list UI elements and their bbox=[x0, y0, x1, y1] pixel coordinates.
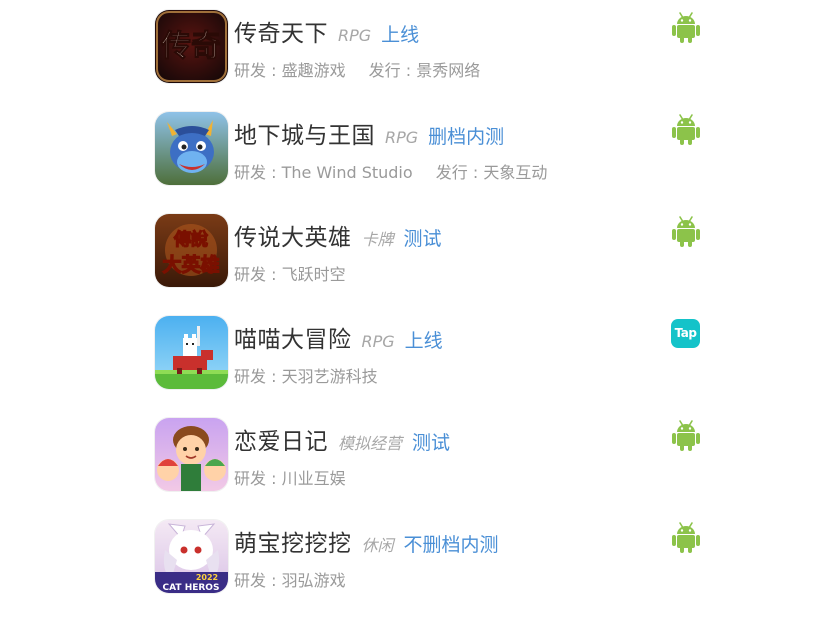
game-developer: 研发 : 川业互娱 bbox=[234, 469, 346, 488]
game-icon-legend[interactable]: 传奇 bbox=[155, 10, 228, 83]
android-icon[interactable] bbox=[669, 112, 703, 146]
android-icon[interactable] bbox=[669, 10, 703, 44]
game-icon-text: 传奇 bbox=[160, 29, 221, 64]
android-icon[interactable] bbox=[669, 520, 703, 554]
game-name[interactable]: 传说大英雄 bbox=[234, 218, 352, 252]
game-status: 上线 bbox=[381, 24, 420, 46]
game-status: 测试 bbox=[412, 432, 451, 454]
game-genre: RPG bbox=[361, 332, 395, 351]
list-item[interactable]: 恋爱日记 模拟经营 测试 研发 : 川业互娱 bbox=[155, 418, 705, 520]
svg-text:傳說: 傳說 bbox=[173, 229, 208, 250]
list-item[interactable]: 地下城与王国 RPG 删档内测 研发 : The Wind Studio 发行 … bbox=[155, 112, 705, 214]
game-list: 传奇 传奇天下 RPG 上线 研发 : 盛趣游戏 发行 : 景秀网络 地下城与王… bbox=[155, 10, 705, 622]
game-publisher: 发行 : 景秀网络 bbox=[368, 61, 481, 80]
game-icon-love-diary[interactable] bbox=[155, 418, 228, 491]
svg-text:传奇: 传奇 bbox=[160, 29, 221, 64]
game-icon-cat-adventure[interactable] bbox=[155, 316, 228, 389]
game-developer: 研发 : The Wind Studio bbox=[234, 163, 413, 182]
game-developer: 研发 : 盛趣游戏 bbox=[234, 61, 346, 80]
game-publisher: 发行 : 天象互动 bbox=[435, 163, 548, 182]
game-genre: 休闲 bbox=[361, 536, 394, 555]
game-icon-dragon[interactable] bbox=[155, 112, 228, 185]
game-developer: 研发 : 羽弘游戏 bbox=[234, 571, 346, 590]
svg-text:2022: 2022 bbox=[196, 573, 218, 582]
game-name[interactable]: 喵喵大冒险 bbox=[234, 320, 352, 354]
list-item[interactable]: 传奇 传奇天下 RPG 上线 研发 : 盛趣游戏 发行 : 景秀网络 bbox=[155, 10, 705, 112]
list-item[interactable]: 傳說 大英雄 传说大英雄 卡牌 测试 研发 : 飞跃时空 bbox=[155, 214, 705, 316]
game-status: 测试 bbox=[403, 228, 442, 250]
game-name[interactable]: 地下城与王国 bbox=[234, 116, 375, 150]
game-icon-cat-heros[interactable]: 2022 CAT HEROS bbox=[155, 520, 228, 593]
game-genre: 模拟经营 bbox=[338, 434, 403, 453]
game-genre: RPG bbox=[385, 128, 419, 147]
list-item[interactable]: 喵喵大冒险 RPG 上线 研发 : 天羽艺游科技 Tap bbox=[155, 316, 705, 418]
svg-text:CAT HEROS: CAT HEROS bbox=[163, 583, 220, 593]
game-icon-hero[interactable]: 傳說 大英雄 bbox=[155, 214, 228, 287]
game-name[interactable]: 萌宝挖挖挖 bbox=[234, 524, 352, 558]
game-developer: 研发 : 飞跃时空 bbox=[234, 265, 346, 284]
game-name[interactable]: 传奇天下 bbox=[234, 14, 328, 48]
android-icon[interactable] bbox=[669, 418, 703, 452]
game-developer: 研发 : 天羽艺游科技 bbox=[234, 367, 378, 386]
taptap-icon[interactable]: Tap bbox=[669, 316, 703, 350]
game-name[interactable]: 恋爱日记 bbox=[234, 422, 328, 456]
game-genre: 卡牌 bbox=[361, 230, 394, 249]
taptap-label: Tap bbox=[671, 319, 700, 348]
game-status: 删档内测 bbox=[428, 126, 505, 148]
list-item[interactable]: 2022 CAT HEROS 萌宝挖挖挖 休闲 不删档内测 研发 : 羽弘游戏 bbox=[155, 520, 705, 622]
game-status: 上线 bbox=[404, 330, 443, 352]
svg-text:大英雄: 大英雄 bbox=[162, 253, 219, 276]
game-status: 不删档内测 bbox=[403, 534, 499, 556]
android-icon[interactable] bbox=[669, 214, 703, 248]
game-genre: RPG bbox=[338, 26, 372, 45]
